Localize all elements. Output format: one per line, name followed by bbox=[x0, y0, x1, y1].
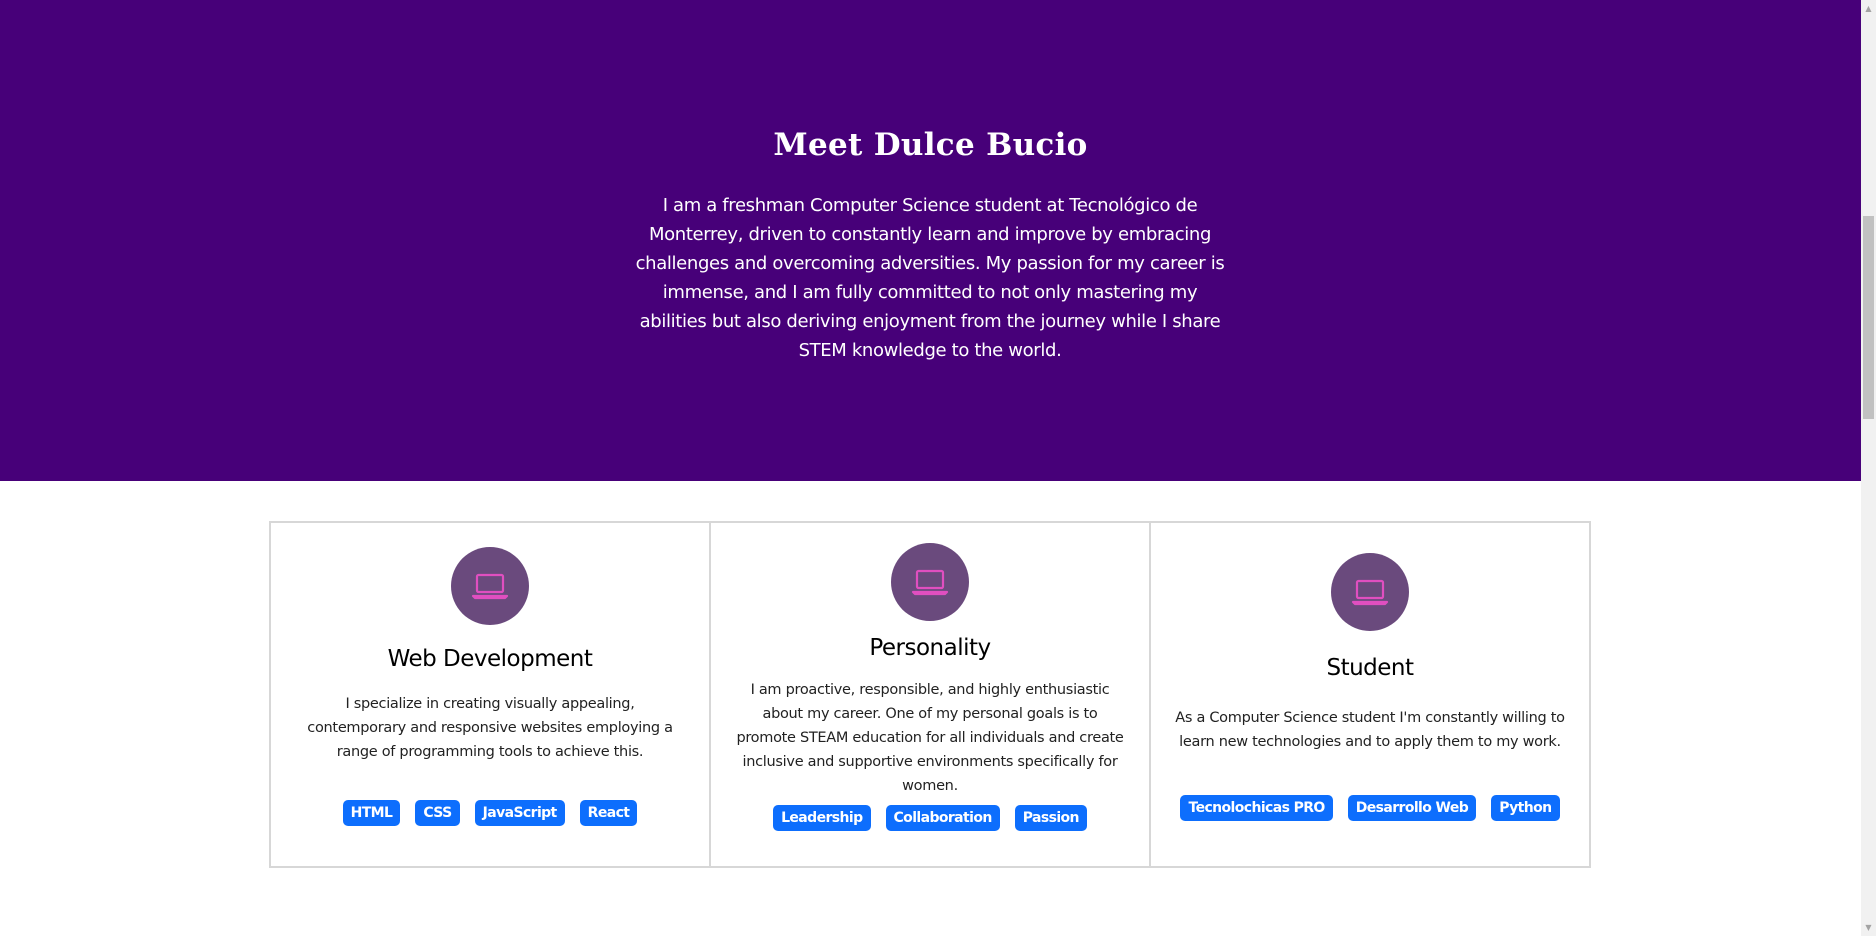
laptop-icon bbox=[1351, 579, 1389, 606]
tag-badge: Leadership bbox=[773, 805, 871, 831]
tag-badge: JavaScript bbox=[474, 800, 565, 826]
hero-description: I am a freshman Computer Science student… bbox=[635, 195, 1225, 361]
card-student: Student As a Computer Science student I'… bbox=[1149, 521, 1591, 868]
card-icon-circle bbox=[451, 547, 529, 625]
card-icon-circle bbox=[1331, 553, 1409, 631]
tag-list: Tecnolochicas PRO Desarrollo Web Python bbox=[1151, 795, 1589, 821]
scroll-down-arrow-icon[interactable]: ▼ bbox=[1861, 919, 1876, 936]
tag-badge: Desarrollo Web bbox=[1347, 795, 1477, 821]
tag-badge: Tecnolochicas PRO bbox=[1180, 795, 1333, 821]
tag-badge: Python bbox=[1491, 795, 1560, 821]
card-title: Student bbox=[1326, 655, 1414, 681]
scroll-up-arrow-icon[interactable]: ▲ bbox=[1861, 0, 1876, 17]
skills-cards: Web Development I specialize in creating… bbox=[269, 521, 1591, 868]
tag-badge: CSS bbox=[415, 800, 460, 826]
tag-badge: HTML bbox=[342, 800, 401, 826]
laptop-icon bbox=[911, 569, 949, 596]
card-icon-circle bbox=[891, 543, 969, 621]
scrollbar-thumb[interactable] bbox=[1863, 216, 1874, 419]
tag-badge: React bbox=[579, 800, 638, 826]
card-title: Personality bbox=[869, 635, 991, 661]
card-description: I am proactive, responsible, and highly … bbox=[736, 682, 1124, 794]
tag-badge: Passion bbox=[1014, 805, 1087, 831]
tag-list: HTML CSS JavaScript React bbox=[271, 800, 709, 826]
hero-section: Meet Dulce Bucio I am a freshman Compute… bbox=[0, 0, 1861, 481]
card-personality: Personality I am proactive, responsible,… bbox=[709, 521, 1151, 868]
card-description: As a Computer Science student I'm consta… bbox=[1175, 710, 1565, 750]
vertical-scrollbar[interactable]: ▲ ▼ bbox=[1861, 0, 1876, 936]
laptop-icon bbox=[471, 573, 509, 600]
tag-badge: Collaboration bbox=[885, 805, 1000, 831]
tag-list: Leadership Collaboration Passion bbox=[711, 805, 1149, 831]
card-title: Web Development bbox=[387, 646, 593, 672]
card-description: I specialize in creating visually appeal… bbox=[307, 696, 673, 760]
card-web-development: Web Development I specialize in creating… bbox=[269, 521, 711, 868]
hero-title: Meet Dulce Bucio bbox=[773, 127, 1088, 163]
page: Meet Dulce Bucio I am a freshman Compute… bbox=[0, 0, 1861, 936]
